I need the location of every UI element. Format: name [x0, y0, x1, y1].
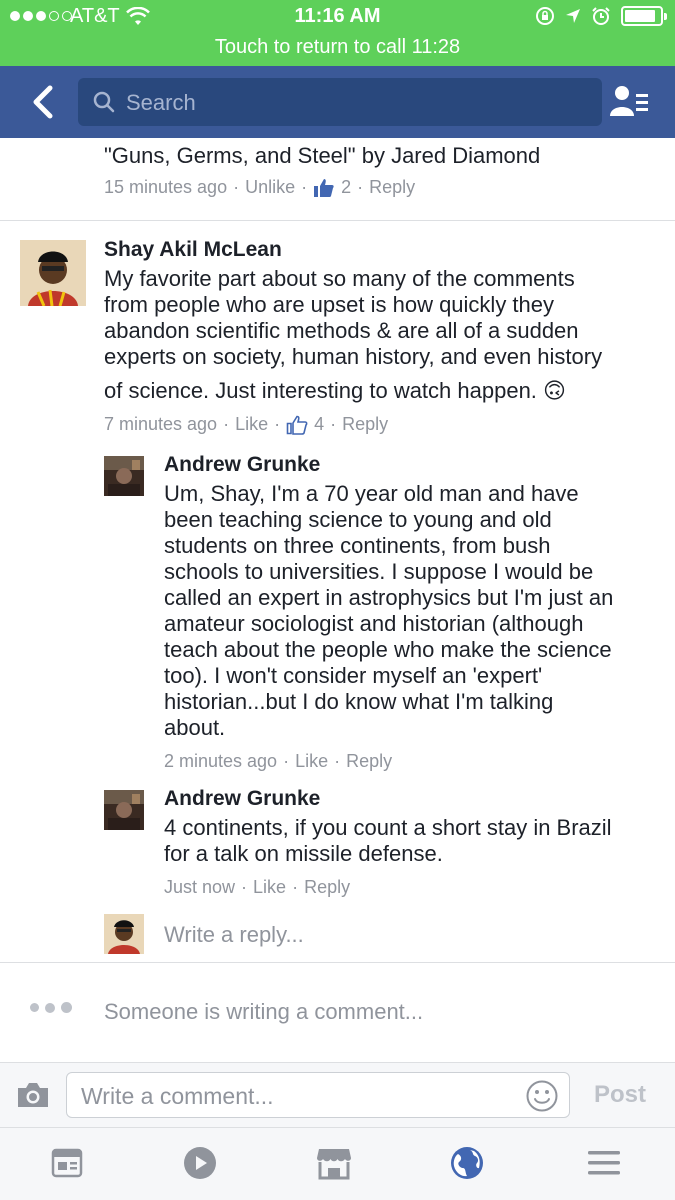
- reply-line: been teaching science to young and old: [164, 507, 552, 532]
- comment-meta: 15 minutes ago · Unlike · 2 · Reply: [104, 177, 416, 198]
- comment-author[interactable]: Shay Akil McLean: [104, 238, 602, 262]
- comment-line: from people who are upset is how quickly…: [104, 292, 555, 317]
- news-feed-icon[interactable]: [50, 1146, 84, 1180]
- like-button[interactable]: Like: [235, 414, 268, 435]
- reply-line: about.: [164, 715, 226, 740]
- reply-meta: 2 minutes ago · Like · Reply: [164, 751, 393, 772]
- reply-button[interactable]: Reply: [342, 414, 388, 435]
- divider: [0, 962, 675, 963]
- reply-line: called an expert in astrophysics but I'm…: [164, 585, 614, 610]
- typing-indicator-icon: [30, 1002, 72, 1013]
- avatar-image: [104, 456, 144, 496]
- nav-bar: Search: [0, 66, 675, 138]
- reply-line: historian...but I do know what I'm talki…: [164, 689, 554, 714]
- comment-line: abandon scientific methods & are all of …: [104, 318, 579, 343]
- comment-composer: Write a comment... Post: [0, 1062, 675, 1128]
- avatar-image: [20, 240, 86, 306]
- reply-button[interactable]: Reply: [369, 177, 415, 198]
- comment-meta: 7 minutes ago · Like · 4 · Reply: [104, 414, 389, 435]
- reply: Andrew Grunke 4 continents, if you count…: [164, 787, 612, 898]
- reply-line: amateur sociologist and historian (altho…: [164, 611, 584, 636]
- reply-button[interactable]: Reply: [346, 751, 392, 772]
- reply-line: schools to universities. I suppose I wou…: [164, 559, 594, 584]
- avatar: [104, 914, 144, 954]
- reply-body: Um, Shay, I'm a 70 year old man and have…: [164, 481, 613, 741]
- reply-line: teach about the people who make the scie…: [164, 637, 612, 662]
- reply-line: for a talk on missile defense.: [164, 841, 443, 866]
- status-icons: [535, 6, 667, 26]
- video-icon[interactable]: [183, 1146, 217, 1180]
- comment-time: 7 minutes ago: [104, 414, 218, 434]
- reply-author[interactable]: Andrew Grunke: [164, 787, 612, 811]
- search-placeholder: Search: [126, 90, 196, 115]
- write-reply-input[interactable]: Write a reply...: [164, 922, 304, 948]
- comment-line: My favorite part about so many of the co…: [104, 266, 575, 291]
- emoji-icon[interactable]: [525, 1079, 559, 1113]
- avatar[interactable]: [104, 790, 144, 830]
- reply-meta: Just now · Like · Reply: [164, 877, 351, 898]
- friends-list-icon[interactable]: [608, 84, 650, 118]
- previous-comment: "Guns, Germs, and Steel" by Jared Diamon…: [104, 143, 540, 198]
- status-row: AT&T 11:16 AM: [0, 0, 675, 34]
- comment-line: of science. Just interesting to watch ha…: [104, 378, 566, 403]
- unlike-button[interactable]: Unlike: [245, 177, 295, 198]
- reply-time: Just now: [164, 877, 236, 897]
- like-button[interactable]: Like: [253, 877, 286, 898]
- like-icon: [286, 415, 308, 435]
- like-count: 4: [314, 414, 325, 434]
- orientation-lock-icon: [536, 7, 554, 25]
- alarm-icon: [592, 7, 610, 25]
- reply: Andrew Grunke Um, Shay, I'm a 70 year ol…: [164, 453, 613, 772]
- comment: Shay Akil McLean My favorite part about …: [104, 238, 602, 435]
- typing-indicator: Someone is writing a comment...: [104, 999, 424, 1024]
- avatar[interactable]: [20, 240, 86, 306]
- comment-placeholder: Write a comment...: [81, 1083, 274, 1109]
- back-chevron-icon[interactable]: [26, 82, 62, 122]
- reply-line: students on three continents, from bush: [164, 533, 551, 558]
- like-count: 2: [341, 177, 352, 197]
- camera-icon[interactable]: [16, 1081, 50, 1109]
- globe-notifications-icon[interactable]: [450, 1146, 484, 1180]
- comment-text: "Guns, Germs, and Steel" by Jared Diamon…: [104, 143, 541, 168]
- reply-author[interactable]: Andrew Grunke: [164, 453, 613, 477]
- menu-icon[interactable]: [586, 1146, 622, 1180]
- status-bar: AT&T 11:16 AM Touch to return to call 11…: [0, 0, 675, 66]
- reply-body: 4 continents, if you count a short stay …: [164, 815, 612, 867]
- reply-button[interactable]: Reply: [304, 877, 350, 898]
- avatar-image: [104, 790, 144, 830]
- marketplace-icon[interactable]: [316, 1146, 352, 1180]
- divider: [0, 220, 675, 221]
- post-button[interactable]: Post: [594, 1081, 646, 1109]
- comment-line: experts on society, human history, and e…: [104, 344, 603, 369]
- battery-icon: [621, 6, 667, 26]
- reply-line: Um, Shay, I'm a 70 year old man and have: [164, 481, 579, 506]
- search-input[interactable]: Search: [78, 78, 602, 126]
- comment-input[interactable]: Write a comment...: [66, 1072, 570, 1118]
- like-icon: [314, 178, 334, 197]
- reply-line: 4 continents, if you count a short stay …: [164, 815, 612, 840]
- avatar-image: [104, 914, 144, 954]
- comment-body: My favorite part about so many of the co…: [104, 266, 602, 404]
- avatar[interactable]: [104, 456, 144, 496]
- comment-time: 15 minutes ago: [104, 177, 228, 197]
- search-icon: [93, 91, 115, 113]
- like-button[interactable]: Like: [295, 751, 328, 772]
- reply-line: too). I won't consider myself an 'expert…: [164, 663, 543, 688]
- location-icon: [566, 9, 580, 23]
- tab-bar: [0, 1128, 675, 1200]
- return-to-call-banner[interactable]: Touch to return to call 11:28: [0, 36, 675, 59]
- reply-time: 2 minutes ago: [164, 751, 278, 771]
